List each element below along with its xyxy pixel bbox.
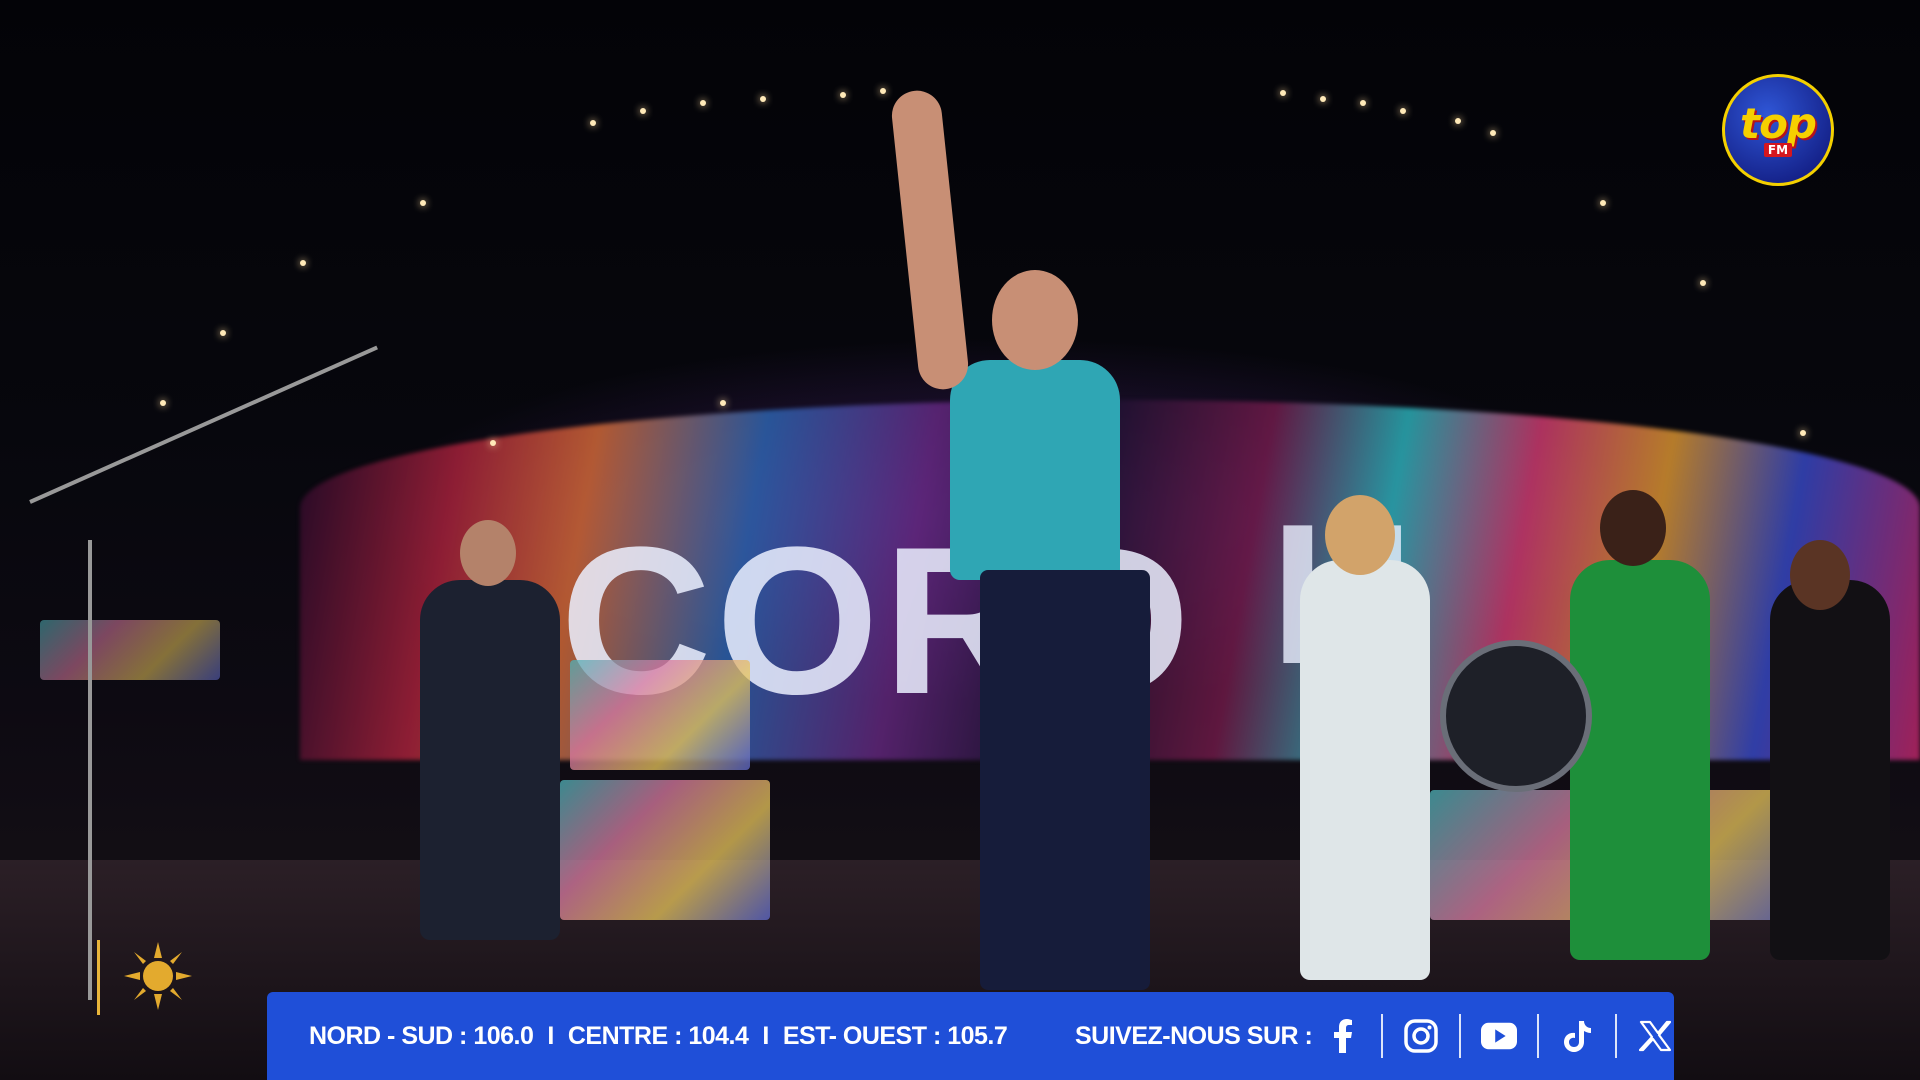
separator: I — [762, 1021, 769, 1050]
string-light — [220, 330, 226, 336]
lead-singer-shirt — [950, 360, 1120, 580]
string-light — [760, 96, 766, 102]
video-frame: CORD H — [0, 0, 1920, 1080]
instagram-icon[interactable] — [1403, 1018, 1439, 1054]
tiktok-icon[interactable] — [1559, 1018, 1595, 1054]
string-light — [880, 88, 886, 94]
lead-singer-trousers — [980, 570, 1150, 990]
frequency-nord-sud: NORD - SUD : 106.0 — [309, 1021, 534, 1050]
amplifier — [570, 660, 750, 770]
string-light — [1600, 200, 1606, 206]
guitarist — [420, 580, 560, 940]
singer-white-dress — [1300, 560, 1430, 980]
facebook-icon[interactable] — [1325, 1018, 1361, 1054]
performer-head — [1790, 540, 1850, 610]
string-light — [840, 92, 846, 98]
string-light — [640, 108, 646, 114]
string-light — [300, 260, 306, 266]
sun-icon — [122, 940, 194, 1012]
social-divider — [1615, 1014, 1617, 1058]
x-icon[interactable] — [1637, 1018, 1673, 1054]
frequency-est-ouest: EST- OUEST : 105.7 — [782, 1021, 1008, 1050]
logo-fm-tag: FM — [1763, 143, 1793, 157]
emblem-divider — [97, 940, 100, 1015]
frequency-list: NORD - SUD : 106.0 I CENTRE : 104.4 I ES… — [309, 992, 1008, 1080]
string-light — [700, 100, 706, 106]
string-light — [590, 120, 596, 126]
performer-head — [460, 520, 516, 586]
keyboard — [40, 620, 220, 680]
stage-riser — [560, 780, 770, 920]
string-light — [720, 400, 726, 406]
frequency-banner: NORD - SUD : 106.0 I CENTRE : 104.4 I ES… — [267, 992, 1674, 1080]
mic-stand-pole — [88, 540, 92, 1000]
string-light — [1280, 90, 1286, 96]
string-light — [1490, 130, 1496, 136]
backing-singer — [1770, 580, 1890, 960]
social-divider — [1537, 1014, 1539, 1058]
frequency-centre: CENTRE : 104.4 — [567, 1021, 749, 1050]
social-divider — [1381, 1014, 1383, 1058]
logo-wordmark: top — [1740, 99, 1817, 148]
performer-head — [992, 270, 1078, 370]
follow-label: SUIVEZ-NOUS SUR : — [1075, 1021, 1313, 1050]
string-light — [420, 200, 426, 206]
dancer — [1570, 560, 1710, 960]
string-light — [490, 440, 496, 446]
string-light — [160, 400, 166, 406]
separator: I — [547, 1021, 554, 1050]
string-light — [1455, 118, 1461, 124]
topfm-logo: top FM — [1722, 74, 1834, 186]
string-light — [1800, 430, 1806, 436]
performer-head — [1600, 490, 1666, 566]
performer-head — [1325, 495, 1395, 575]
string-light — [1360, 100, 1366, 106]
string-light — [1320, 96, 1326, 102]
string-light — [1400, 108, 1406, 114]
raised-arm — [889, 88, 971, 392]
drum-kit — [1440, 640, 1592, 792]
social-links — [1325, 992, 1673, 1080]
string-light — [1700, 280, 1706, 286]
youtube-icon[interactable] — [1481, 1018, 1517, 1054]
social-divider — [1459, 1014, 1461, 1058]
